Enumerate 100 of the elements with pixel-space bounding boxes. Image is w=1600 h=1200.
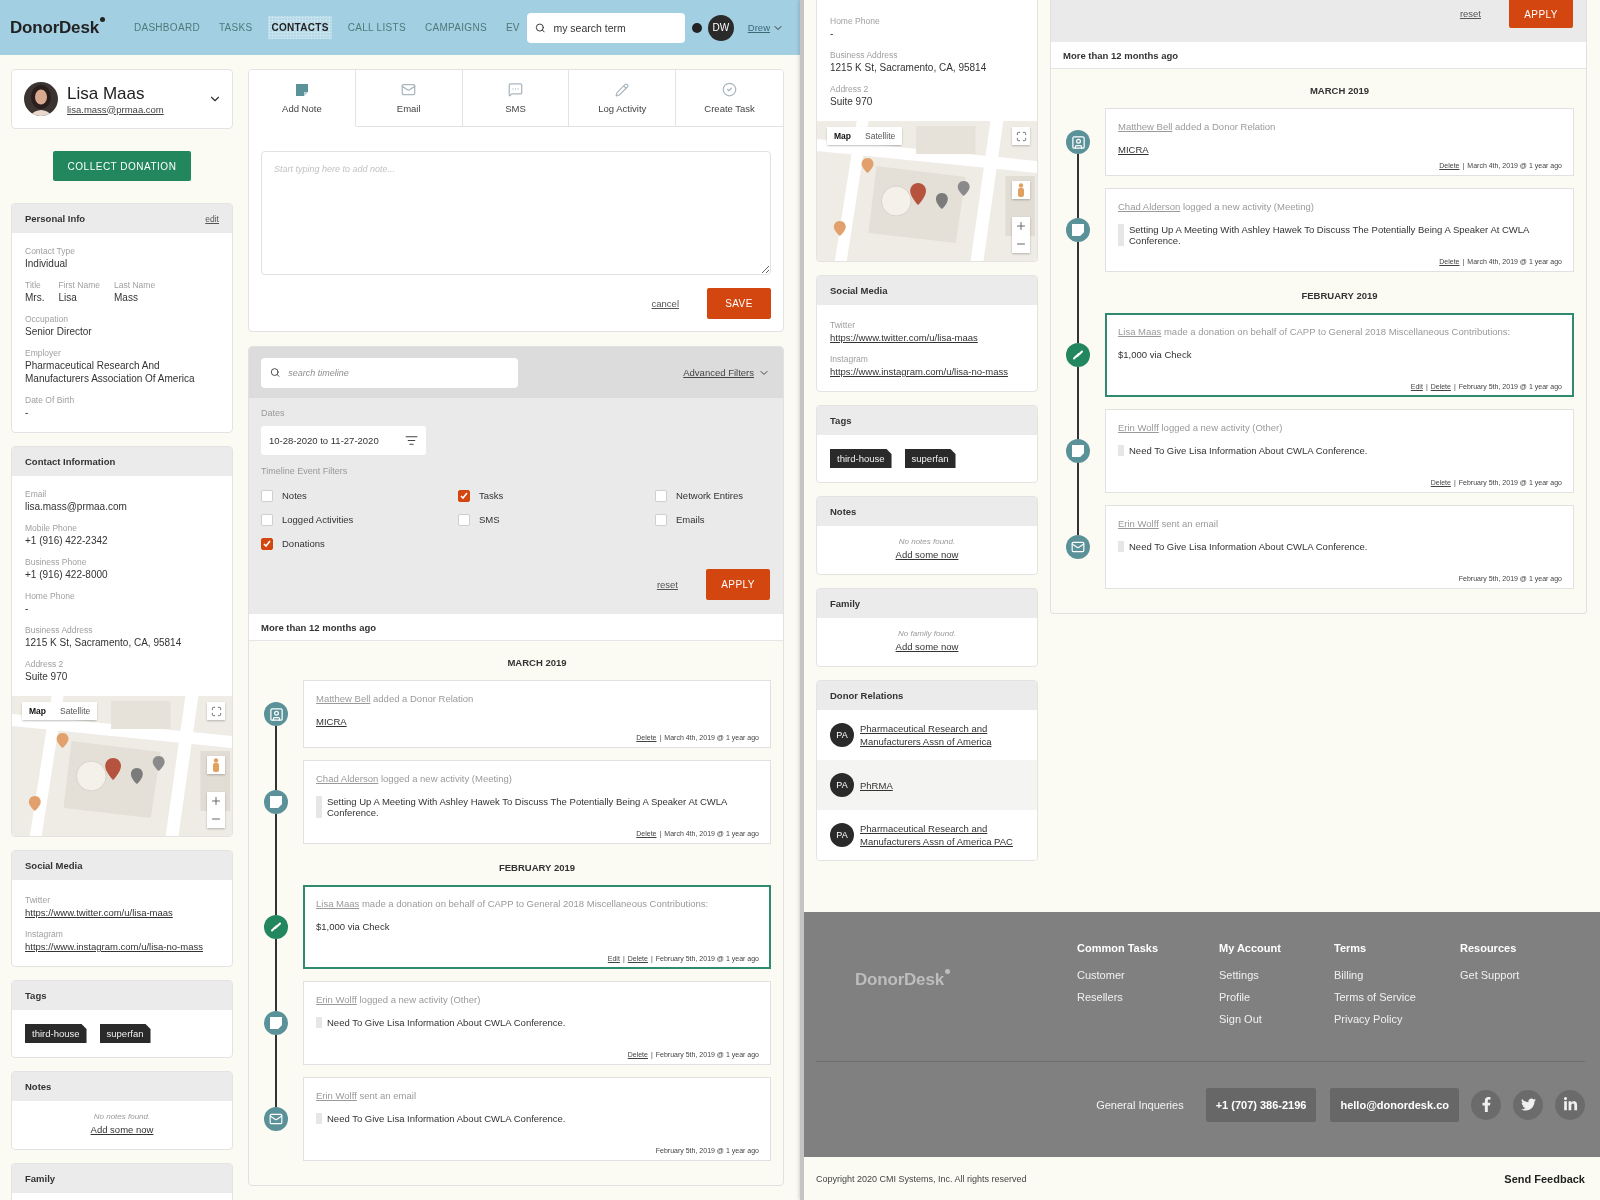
event-summary: Lisa Maas made a donation on behalf of CAPP to General 2018 Miscellaneous Contributions: [1118,325,1512,338]
field-label: Address 2 [25,658,65,670]
month-heading: MARCH 2019 [1308,84,1371,98]
timeline-search-field[interactable]: search timeline [286,366,509,379]
field-value: Suite 970 [830,95,873,108]
footer-link[interactable]: Settings [1219,969,1334,981]
map-type-tab[interactable]: Map [827,127,858,145]
profile-link[interactable]: https://www.twitter.com/u/lisa-maas [830,331,1024,344]
search-field[interactable]: my search term [551,20,677,35]
date-range-field[interactable]: 10-28-2020 to 11-27-2020 [261,426,426,455]
map-type-tab[interactable]: Satellite [53,702,98,720]
field-label: Email [25,488,48,500]
person-icon [212,758,220,772]
field-label: Business Phone [25,556,88,568]
event-summary: Matthew Bell added a Donor Relation [1118,120,1277,133]
profile-link[interactable]: https://www.instagram.com/u/lisa-no-mass [830,365,1024,378]
composer-tab[interactable]: SMS [462,70,570,127]
footer-link[interactable]: Get Support [1460,969,1570,981]
twitter-icon[interactable] [1513,1089,1543,1120]
linkedin-icon[interactable] [1555,1089,1585,1120]
month-heading: FEBRUARY 2019 [498,861,576,875]
map-type-tab[interactable]: Satellite [858,127,903,145]
fullscreen-button[interactable] [1012,127,1030,145]
footer-heading: Resources [1460,942,1518,954]
relation-row[interactable]: PA PhRMA [817,760,1037,810]
edit-link[interactable]: edit [205,213,219,224]
zoom-in-button[interactable] [207,792,225,810]
fullscreen-icon [210,705,222,717]
user-menu[interactable]: Drew [747,21,784,34]
search-icon [534,21,546,34]
collect-donation-button[interactable]: COLLECT DONATION [52,151,192,181]
reset-link[interactable]: reset [656,579,678,590]
footer-link[interactable]: Profile [1219,991,1334,1003]
checkbox[interactable] [458,489,470,502]
profile-link[interactable]: https://www.twitter.com/u/lisa-maas [25,906,219,919]
search-box[interactable]: my search term [526,12,685,43]
zoom-out-button[interactable] [1012,235,1030,253]
footer-heading: My Account [1219,942,1282,954]
tag[interactable]: third-house [830,449,892,468]
field-label: Business Address [830,49,899,61]
note-icon [1066,218,1090,242]
checkbox[interactable] [261,537,273,550]
relation-link[interactable]: PhRMA [860,778,893,792]
composer-tab[interactable]: Log Activity [569,70,677,127]
street-view-button[interactable] [1012,181,1030,199]
save-button[interactable]: SAVE [707,288,771,319]
footer-link[interactable]: Customer [1077,969,1219,981]
phone-button[interactable]: +1 (707) 386-2196 [1205,1087,1317,1122]
fullscreen-button[interactable] [207,702,225,720]
zoom-out-button[interactable] [207,810,225,828]
panel-title: Family [25,1173,56,1184]
tag[interactable]: superfan [904,449,956,468]
footer-link[interactable]: Terms of Service [1334,991,1460,1003]
email-button[interactable]: hello@donordesk.co [1330,1087,1459,1122]
email-link[interactable]: lisa.mass@prmaa.com [67,103,199,115]
field-label: Date Of Birth [25,394,75,406]
footer-link[interactable]: Billing [1334,969,1460,981]
apply-button[interactable]: APPLY [1509,0,1573,28]
facebook-icon[interactable] [1471,1089,1501,1120]
related-link[interactable]: MICRA [1118,144,1149,155]
add-link[interactable]: Add some now [895,549,959,560]
event-summary: Erin Wolff logged a new activity (Other) [1118,421,1284,434]
footer-link[interactable]: Resellers [1077,991,1219,1003]
user-avatar[interactable]: DW [707,14,734,41]
zoom-in-button[interactable] [1012,217,1030,235]
related-link[interactable]: MICRA [316,716,347,727]
cancel-link[interactable]: cancel [651,298,679,309]
tag[interactable]: third-house [25,1024,87,1043]
event-summary: Lisa Maas made a donation on behalf of CAPP to General 2018 Miscellaneous Contributions: [316,897,710,910]
apply-button[interactable]: APPLY [706,569,770,600]
field-label: Twitter [25,894,52,906]
panel-title: Social Media [830,285,888,296]
add-link[interactable]: Add some now [90,1124,154,1135]
street-view-button[interactable] [207,756,225,774]
timeline-search-box[interactable]: search timeline [261,357,518,388]
checkbox-label: Tasks [479,490,504,501]
map-type-tab[interactable]: Map [22,702,53,720]
reset-link[interactable]: reset [1459,8,1481,19]
nav-link[interactable]: CONTACTS [268,16,332,39]
fullscreen-icon [1015,130,1027,142]
initials-avatar: PA [830,773,854,797]
profile-link[interactable]: https://www.instagram.com/u/lisa-no-mass [25,940,219,953]
advanced-filters-link[interactable]: Advanced Filters [683,366,770,379]
send-feedback-link[interactable]: Send Feedback [1504,1172,1585,1185]
field-value: Senior Director [25,325,92,338]
field-label: Occupation [25,313,69,325]
logo[interactable]: DonorDesk [10,17,105,38]
add-link[interactable]: Add some now [895,641,959,652]
footer-link[interactable]: Sign Out [1219,1013,1334,1025]
relation-link[interactable]: Pharmaceutical Research and Manufacturers Assn of America [860,722,1024,748]
composer-tab[interactable]: Create Task [676,70,783,127]
composer-tab[interactable]: Add Note [249,70,356,127]
footer-link[interactable]: Privacy Policy [1334,1013,1460,1025]
field-value: - [25,602,30,615]
checkbox-label: Emails [676,514,705,525]
tag[interactable]: superfan [99,1024,151,1043]
relation-link[interactable]: Pharmaceutical Research and Manufacturers Assn of America PAC [860,822,1024,848]
month-heading: MARCH 2019 [506,656,568,670]
field-label: Address 2 [830,83,870,95]
composer-tab[interactable]: Email [355,70,463,127]
